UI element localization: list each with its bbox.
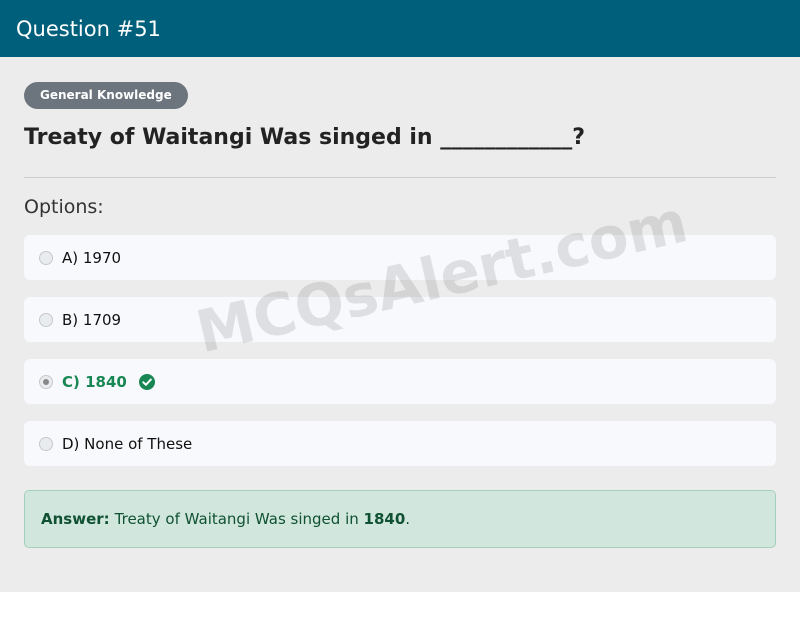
answer-suffix: . xyxy=(405,510,411,528)
divider xyxy=(24,177,776,178)
option-c[interactable]: C) 1840 xyxy=(24,359,776,404)
answer-text: Treaty of Waitangi Was singed in xyxy=(114,510,359,528)
answer-box: Answer: Treaty of Waitangi Was singed in… xyxy=(24,490,776,548)
option-b-label: B) 1709 xyxy=(62,310,122,329)
question-text: Treaty of Waitangi Was singed in _______… xyxy=(24,125,585,150)
option-d[interactable]: D) None of These xyxy=(24,421,776,466)
question-card: Question #51 General Knowledge Treaty of… xyxy=(0,0,800,592)
option-a[interactable]: A) 1970 xyxy=(24,235,776,280)
radio-option-c[interactable] xyxy=(39,374,53,389)
answer-label: Answer: xyxy=(41,510,110,528)
option-c-label: C) 1840 xyxy=(62,372,127,391)
card-header: Question #51 xyxy=(0,0,800,57)
radio-option-a[interactable] xyxy=(39,250,53,265)
check-circle-icon xyxy=(138,373,155,390)
option-a-label: A) 1970 xyxy=(62,248,122,267)
radio-option-d[interactable] xyxy=(39,436,53,451)
radio-option-b[interactable] xyxy=(39,312,53,327)
option-b[interactable]: B) 1709 xyxy=(24,297,776,342)
category-badge[interactable]: General Knowledge xyxy=(24,82,188,109)
options-label: Options: xyxy=(24,196,104,218)
question-number-title: Question #51 xyxy=(16,16,161,41)
option-d-label: D) None of These xyxy=(62,434,193,453)
answer-value: 1840 xyxy=(363,510,406,528)
